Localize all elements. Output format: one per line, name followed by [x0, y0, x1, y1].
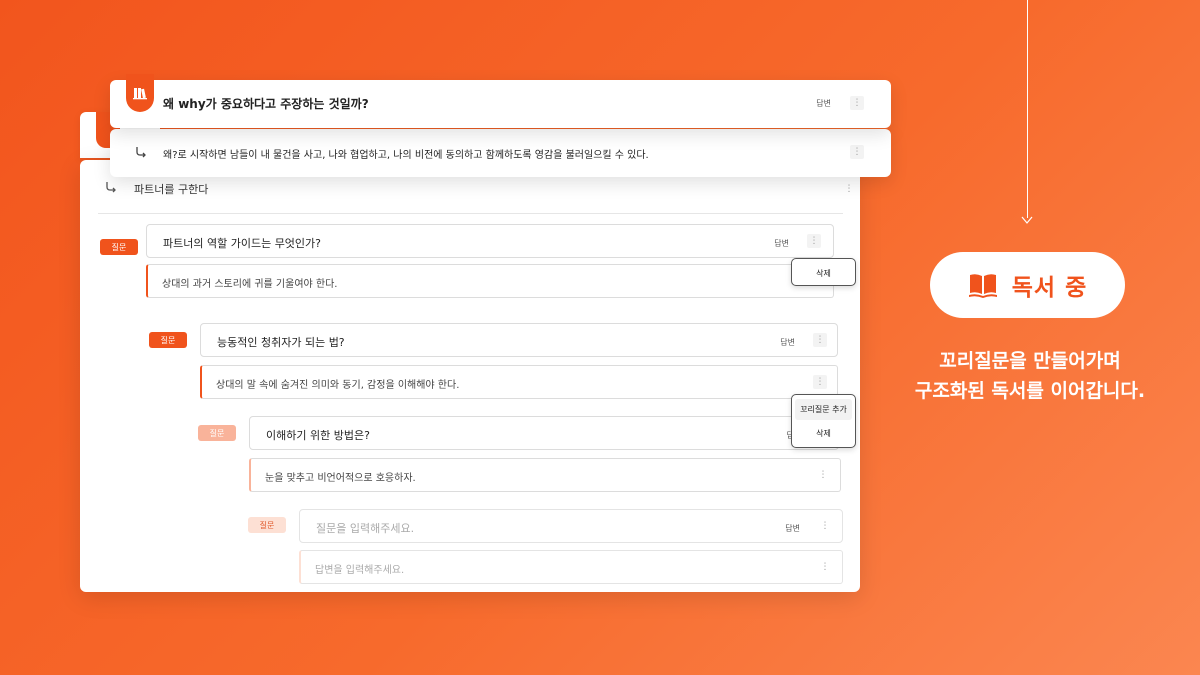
status-label: 독서 중: [1011, 275, 1088, 301]
caption-line-1: 꼬리질문을 만들어가며: [939, 350, 1121, 372]
answer-text: 눈을 맞추고 비언어적으로 호응하자.: [265, 473, 416, 484]
more-icon[interactable]: ⋮: [844, 182, 854, 196]
reply-arrow-icon: [106, 182, 116, 193]
answer-box[interactable]: 상대의 말 속에 숨겨진 의미와 동기, 감정을 이해해야 한다. ⋮: [200, 365, 838, 399]
question-input[interactable]: 질문을 입력해주세요. 답변 ⋮: [299, 509, 843, 543]
question-text: 파트너의 역할 가이드는 무엇인가?: [163, 237, 322, 250]
question-box[interactable]: 이해하기 위한 방법은? 답: [249, 416, 839, 450]
answer-placeholder: 답변을 입력해주세요.: [315, 565, 405, 576]
menu-item-delete[interactable]: 삭제: [792, 420, 855, 439]
reply-arrow-icon: [136, 147, 146, 158]
question-chip: 질문: [100, 239, 138, 255]
question-box[interactable]: 파트너의 역할 가이드는 무엇인가? 답변 ⋮: [146, 224, 834, 258]
answer-text: 상대의 과거 스토리에 귀를 기울여야 한다.: [162, 279, 338, 290]
more-icon[interactable]: ⋮: [818, 519, 832, 533]
context-menu: 삭제: [791, 258, 856, 286]
more-icon[interactable]: ⋮: [813, 375, 827, 389]
menu-item-add-followup[interactable]: 꼬리질문 추가: [795, 399, 852, 420]
divider: [98, 213, 843, 214]
more-icon[interactable]: ⋮: [818, 560, 832, 574]
answer-button[interactable]: 답변: [774, 238, 789, 249]
reading-status-pill: 독서 중: [930, 252, 1125, 318]
books-badge: [126, 74, 154, 112]
more-icon[interactable]: ⋮: [850, 96, 864, 110]
answer-box[interactable]: 눈을 맞추고 비언어적으로 호응하자. ⋮: [249, 458, 841, 492]
question-chip: 질문: [198, 425, 236, 441]
more-icon[interactable]: ⋮: [816, 468, 830, 482]
books-icon: [133, 88, 147, 100]
question-chip: 질문: [149, 332, 187, 348]
answer-button[interactable]: 답변: [816, 98, 831, 109]
question-chip: 질문: [248, 517, 286, 533]
more-icon[interactable]: ⋮: [807, 234, 821, 248]
answer-text: 상대의 말 속에 숨겨진 의미와 동기, 감정을 이해해야 한다.: [216, 380, 460, 391]
menu-item-delete[interactable]: 삭제: [792, 259, 855, 279]
answer-button[interactable]: 답변: [785, 523, 800, 534]
context-menu: 꼬리질문 추가 삭제: [791, 394, 856, 448]
answer-box[interactable]: 상대의 과거 스토리에 귀를 기울여야 한다.: [146, 264, 834, 298]
caption: 꼬리질문을 만들어가며 구조화된 독서를 이어갑니다.: [900, 346, 1160, 406]
answer-input[interactable]: 답변을 입력해주세요. ⋮: [299, 550, 843, 584]
answer-text: 왜?로 시작하면 남들이 내 물건을 사고, 나와 협업하고, 나의 비전에 동…: [163, 150, 649, 161]
answer-button[interactable]: 답변: [780, 337, 795, 348]
answer-card[interactable]: 왜?로 시작하면 남들이 내 물건을 사고, 나와 협업하고, 나의 비전에 동…: [110, 129, 891, 177]
question-text: 이해하기 위한 방법은?: [266, 429, 370, 442]
open-book-icon: [968, 274, 997, 298]
question-box[interactable]: 능동적인 청취자가 되는 법? 답변 ⋮: [200, 323, 838, 357]
partner-text: 파트너를 구한다: [134, 183, 209, 196]
question-placeholder: 질문을 입력해주세요.: [316, 522, 415, 535]
question-text: 능동적인 청취자가 되는 법?: [217, 336, 345, 349]
question-title: 왜 why가 중요하다고 주장하는 것일까?: [163, 97, 369, 111]
thread-card: 파트너를 구한다 ⋮ 질문 파트너의 역할 가이드는 무엇인가? 답변 ⋮ 상대…: [80, 160, 860, 592]
more-icon[interactable]: ⋮: [850, 145, 864, 159]
question-card[interactable]: 왜 why가 중요하다고 주장하는 것일까? 답변 ⋮: [110, 74, 891, 128]
partner-row[interactable]: 파트너를 구한다 ⋮: [100, 178, 860, 202]
flow-arrow-line: [1027, 0, 1028, 218]
caption-line-2: 구조화된 독서를 이어갑니다.: [914, 380, 1146, 402]
arrow-down-icon: [1021, 212, 1033, 224]
more-icon[interactable]: ⋮: [813, 333, 827, 347]
